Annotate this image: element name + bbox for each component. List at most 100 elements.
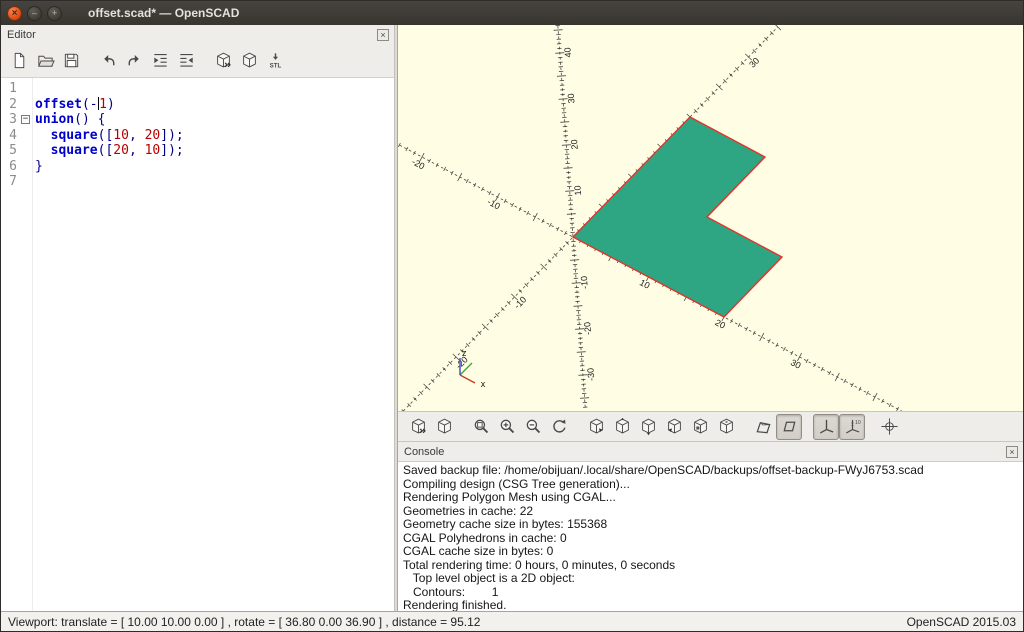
cube-right-icon <box>587 417 606 436</box>
fold-margin: − <box>19 112 32 128</box>
code-text <box>32 174 35 190</box>
unindent-button[interactable] <box>173 48 199 74</box>
code-line[interactable]: 7 <box>1 174 394 190</box>
export-stl-button[interactable]: STL <box>262 48 288 74</box>
3d-viewport[interactable]: -20-10102030-20-1030-30-20-1010203040xz <box>398 25 1023 411</box>
view-left-button[interactable] <box>661 414 687 440</box>
close-button[interactable]: × <box>7 6 22 21</box>
axis-scale-label: 20 <box>713 317 727 331</box>
view-front-button[interactable] <box>687 414 713 440</box>
view-right-button[interactable] <box>583 414 609 440</box>
code-line[interactable]: 2offset(-1) <box>1 97 394 113</box>
axis-scale-label: 30 <box>566 93 577 104</box>
axis-scale-label: 20 <box>569 139 580 150</box>
gizmo-x-axis <box>460 375 475 383</box>
save-file-button[interactable] <box>58 48 84 74</box>
show-axes-button[interactable] <box>813 414 839 440</box>
show-axes-icon <box>817 417 836 436</box>
openscad-window: ×–+ offset.scad* — OpenSCAD Editor × STL… <box>0 0 1024 632</box>
code-line[interactable]: 3−union() { <box>1 112 394 128</box>
axis-scale-label: 10 <box>638 277 652 291</box>
reset-view-button[interactable] <box>546 414 572 440</box>
console-line: Saved backup file: /home/obijuan/.local/… <box>403 464 1018 478</box>
indent-left-icon <box>177 51 196 70</box>
render-button[interactable] <box>236 48 262 74</box>
maximize-button[interactable]: + <box>47 6 62 21</box>
console-panel: Console × Saved backup file: /home/obiju… <box>398 442 1023 611</box>
main-area: Editor × STL 12offset(-1)3−union() {4 sq… <box>1 25 1023 611</box>
code-line[interactable]: 6} <box>1 159 394 175</box>
new-file-button[interactable] <box>6 48 32 74</box>
axis-scale-label: -10 <box>579 276 590 290</box>
axis-scale-label: -20 <box>582 322 593 336</box>
view-render-button[interactable] <box>431 414 457 440</box>
view-perspective-button[interactable] <box>750 414 776 440</box>
axis-scale-label: 10 <box>572 185 583 196</box>
svg-text:10: 10 <box>854 420 860 426</box>
code-text <box>32 81 35 97</box>
code-text: } <box>32 159 43 175</box>
console-line: Geometries in cache: 22 <box>403 505 1018 519</box>
window-title: offset.scad* — OpenSCAD <box>88 6 239 20</box>
view-back-button[interactable] <box>713 414 739 440</box>
titlebar[interactable]: ×–+ offset.scad* — OpenSCAD <box>1 1 1023 25</box>
show-crosshairs-button[interactable] <box>876 414 902 440</box>
export-stl-icon: STL <box>266 51 285 70</box>
line-number: 3 <box>1 112 19 128</box>
view-top-button[interactable] <box>609 414 635 440</box>
open-file-button[interactable] <box>32 48 58 74</box>
redo-button[interactable] <box>121 48 147 74</box>
console-line: Top level object is a 2D object: <box>403 572 1018 586</box>
console-line: Geometry cache size in bytes: 155368 <box>403 518 1018 532</box>
line-number: 4 <box>1 128 19 144</box>
preview-button[interactable] <box>210 48 236 74</box>
cube-front-icon <box>691 417 710 436</box>
zoom-out-icon <box>524 417 543 436</box>
rendered-2d-polygon <box>573 117 782 317</box>
fold-margin <box>19 128 32 144</box>
zoom-in-button[interactable] <box>494 414 520 440</box>
zoom-all-button[interactable] <box>468 414 494 440</box>
view-orthogonal-button[interactable] <box>776 414 802 440</box>
render-cube-icon <box>240 51 259 70</box>
editor-toolbar: STL <box>1 44 394 78</box>
crosshairs-icon <box>880 417 899 436</box>
show-scale-icon: 10 <box>843 417 862 436</box>
code-line[interactable]: 5 square([20, 10]); <box>1 143 394 159</box>
axis-z: -30-20-1010203040 <box>554 25 597 407</box>
orthogonal-icon <box>780 417 799 436</box>
new-file-icon <box>10 51 29 70</box>
console-output[interactable]: Saved backup file: /home/obijuan/.local/… <box>398 461 1023 611</box>
view-bottom-button[interactable] <box>635 414 661 440</box>
minimize-button[interactable]: – <box>27 6 42 21</box>
line-number: 2 <box>1 97 19 113</box>
console-panel-title: Console <box>404 446 444 458</box>
view-preview-button[interactable] <box>405 414 431 440</box>
console-panel-header: Console × <box>398 442 1023 461</box>
axis-scale-label: 30 <box>789 357 803 371</box>
code-line[interactable]: 1 <box>1 81 394 97</box>
statusbar: Viewport: translate = [ 10.00 10.00 0.00… <box>1 611 1023 631</box>
view-toolbar: 10 <box>398 411 1023 442</box>
undo-button[interactable] <box>95 48 121 74</box>
console-line: CGAL cache size in bytes: 0 <box>403 545 1018 559</box>
code-text: square([10, 20]); <box>32 128 184 144</box>
zoom-all-icon <box>472 417 491 436</box>
code-editor[interactable]: 12offset(-1)3−union() {4 square([10, 20]… <box>1 78 394 611</box>
viewport-scene: -20-10102030-20-1030-30-20-1010203040xz <box>398 25 1023 411</box>
show-scale-markers-button[interactable]: 10 <box>839 414 865 440</box>
code-text: union() { <box>32 112 105 128</box>
axis-scale-label: -10 <box>486 197 502 212</box>
code-line[interactable]: 4 square([10, 20]); <box>1 128 394 144</box>
cube-bottom-icon <box>639 417 658 436</box>
fold-collapse-icon[interactable]: − <box>21 115 30 124</box>
zoom-out-button[interactable] <box>520 414 546 440</box>
orientation-gizmo: xz <box>460 348 486 389</box>
console-panel-close-icon[interactable]: × <box>1006 446 1018 458</box>
indent-right-icon <box>151 51 170 70</box>
open-folder-icon <box>36 51 55 70</box>
indent-button[interactable] <box>147 48 173 74</box>
editor-panel-close-icon[interactable]: × <box>377 29 389 41</box>
gizmo-axis-label: z <box>462 348 467 358</box>
viewport-status-text: Viewport: translate = [ 10.00 10.00 0.00… <box>8 615 480 629</box>
